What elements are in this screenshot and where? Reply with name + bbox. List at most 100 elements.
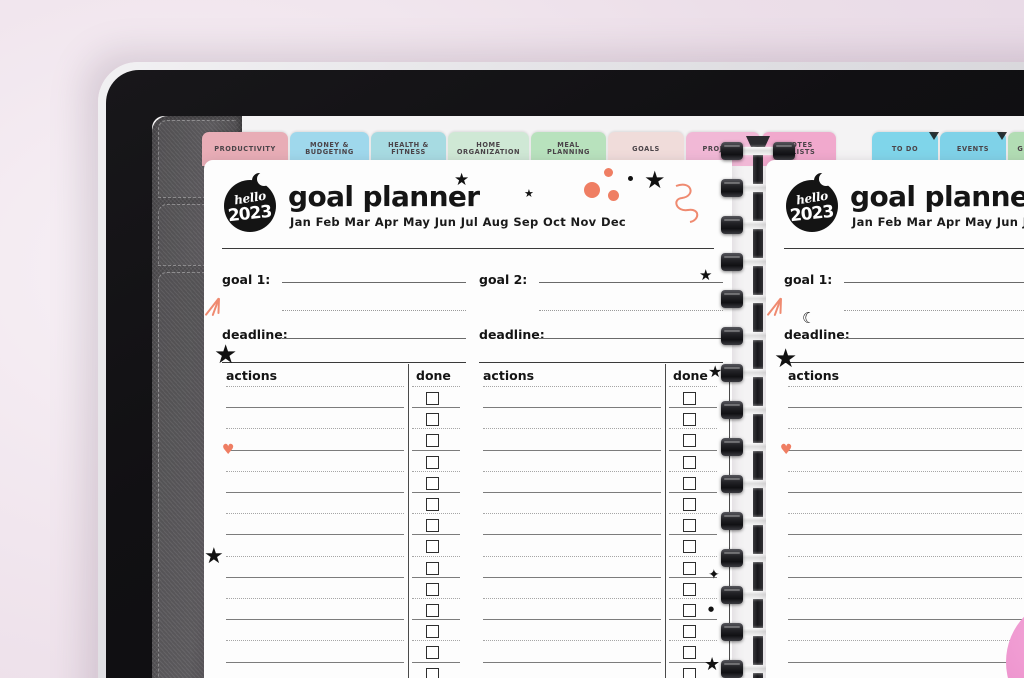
action-line-1[interactable] xyxy=(483,386,661,387)
month-feb[interactable]: Feb xyxy=(316,215,340,229)
month-jun[interactable]: Jun xyxy=(435,215,457,229)
done-checkbox-6[interactable] xyxy=(426,498,439,511)
done-checkbox-8[interactable] xyxy=(683,540,696,554)
action-line-7[interactable] xyxy=(483,513,661,515)
action-line-8[interactable] xyxy=(483,534,661,536)
action-line-6[interactable] xyxy=(483,492,661,493)
done-checkbox-4[interactable] xyxy=(426,455,439,469)
month-jan[interactable]: Jan xyxy=(290,215,311,229)
month-nov[interactable]: Nov xyxy=(571,215,597,229)
month-oct[interactable]: Oct xyxy=(543,215,566,229)
action-line-10[interactable] xyxy=(788,576,1022,578)
action-line-6[interactable] xyxy=(788,492,1022,493)
done-checkbox-2[interactable] xyxy=(426,413,439,427)
action-line-4[interactable] xyxy=(226,449,404,451)
done-checkbox-5[interactable] xyxy=(683,476,696,490)
action-line-14[interactable] xyxy=(788,661,1022,663)
goal-note-line[interactable] xyxy=(539,310,723,311)
month-dec[interactable]: Dec xyxy=(601,215,626,229)
goal-input-line[interactable] xyxy=(539,282,723,283)
done-checkbox-2[interactable] xyxy=(683,413,696,427)
action-line-3[interactable] xyxy=(483,428,661,430)
month-may[interactable]: May xyxy=(403,215,430,229)
done-checkbox-10[interactable] xyxy=(426,582,439,596)
action-line-13[interactable] xyxy=(483,640,661,642)
month-feb[interactable]: Feb xyxy=(878,215,902,229)
action-line-10[interactable] xyxy=(226,576,404,578)
action-line-1[interactable] xyxy=(226,386,404,387)
goal-note-line[interactable] xyxy=(844,310,1024,311)
done-checkbox-3[interactable] xyxy=(683,434,696,448)
done-checkbox-7[interactable] xyxy=(683,519,696,533)
month-aug[interactable]: Aug xyxy=(483,215,509,229)
action-line-4[interactable] xyxy=(483,449,661,451)
action-line-13[interactable] xyxy=(226,640,404,642)
action-line-2[interactable] xyxy=(788,407,1022,409)
action-line-12[interactable] xyxy=(226,619,404,621)
action-line-8[interactable] xyxy=(226,534,404,536)
action-line-12[interactable] xyxy=(483,619,661,621)
action-line-5[interactable] xyxy=(788,470,1022,472)
action-line-11[interactable] xyxy=(483,598,661,599)
done-checkbox-10[interactable] xyxy=(683,582,696,596)
action-line-10[interactable] xyxy=(483,576,661,578)
month-mar[interactable]: Mar xyxy=(906,215,932,229)
action-line-14[interactable] xyxy=(483,661,661,663)
month-jan[interactable]: Jan xyxy=(852,215,873,229)
done-checkbox-11[interactable] xyxy=(426,604,439,617)
done-checkbox-11[interactable] xyxy=(683,604,696,617)
action-line-3[interactable] xyxy=(226,428,404,430)
month-may[interactable]: May xyxy=(965,215,992,229)
done-checkbox-9[interactable] xyxy=(683,561,696,575)
action-line-2[interactable] xyxy=(226,407,404,409)
action-line-9[interactable] xyxy=(483,555,661,557)
deadline-input-line[interactable] xyxy=(539,338,723,339)
action-line-11[interactable] xyxy=(226,598,404,599)
month-apr[interactable]: Apr xyxy=(375,215,399,229)
tab-label: PRODUCTIVITY xyxy=(214,144,276,153)
done-checkbox-14[interactable] xyxy=(683,667,696,678)
action-line-1[interactable] xyxy=(788,386,1022,387)
done-checkbox-8[interactable] xyxy=(426,540,439,554)
action-line-11[interactable] xyxy=(788,598,1022,599)
action-line-2[interactable] xyxy=(483,407,661,409)
action-line-12[interactable] xyxy=(788,619,1022,621)
action-line-14[interactable] xyxy=(226,661,404,663)
action-line-4[interactable] xyxy=(788,449,1022,451)
goal-note-line[interactable] xyxy=(282,310,466,311)
done-checkbox-13[interactable] xyxy=(426,646,439,660)
done-checkbox-12[interactable] xyxy=(683,625,696,639)
spiral-ring-cap-left xyxy=(721,586,743,604)
month-sep[interactable]: Sep xyxy=(513,215,538,229)
action-line-5[interactable] xyxy=(226,470,404,472)
done-checkbox-9[interactable] xyxy=(426,561,439,575)
deadline-input-line[interactable] xyxy=(844,338,1024,339)
action-line-5[interactable] xyxy=(483,470,661,472)
done-checkbox-13[interactable] xyxy=(683,646,696,660)
done-checkbox-3[interactable] xyxy=(426,434,439,448)
done-checkbox-14[interactable] xyxy=(426,667,439,678)
done-checkbox-12[interactable] xyxy=(426,625,439,639)
goal-input-line[interactable] xyxy=(282,282,466,283)
action-line-9[interactable] xyxy=(226,555,404,557)
done-checkbox-7[interactable] xyxy=(426,519,439,533)
month-mar[interactable]: Mar xyxy=(344,215,370,229)
action-line-3[interactable] xyxy=(788,428,1022,430)
month-jul[interactable]: Jul xyxy=(461,215,478,229)
deadline-input-line[interactable] xyxy=(282,338,466,339)
action-line-8[interactable] xyxy=(788,534,1022,536)
action-line-7[interactable] xyxy=(226,513,404,515)
done-checkbox-1[interactable] xyxy=(426,392,439,405)
goal-input-line[interactable] xyxy=(844,282,1024,283)
action-line-6[interactable] xyxy=(226,492,404,493)
action-line-9[interactable] xyxy=(788,555,1022,557)
month-jun[interactable]: Jun xyxy=(997,215,1019,229)
done-checkbox-1[interactable] xyxy=(683,392,696,405)
logo-badge: hello 2023 xyxy=(224,180,276,232)
done-checkbox-5[interactable] xyxy=(426,476,439,490)
done-checkbox-4[interactable] xyxy=(683,455,696,469)
action-line-7[interactable] xyxy=(788,513,1022,515)
done-checkbox-6[interactable] xyxy=(683,498,696,511)
action-line-13[interactable] xyxy=(788,640,1022,642)
month-apr[interactable]: Apr xyxy=(937,215,961,229)
